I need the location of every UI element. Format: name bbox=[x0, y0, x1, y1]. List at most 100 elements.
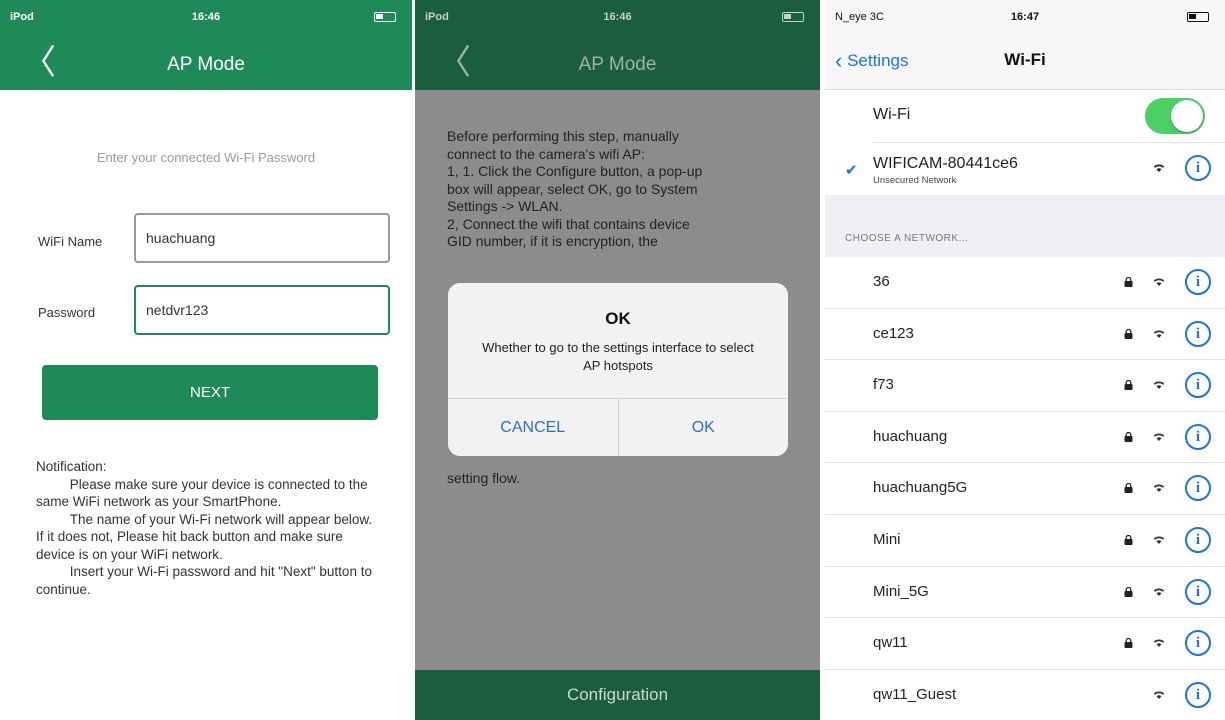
wifi-signal-icon bbox=[1153, 588, 1165, 596]
status-time: 16:46 bbox=[191, 11, 221, 23]
wifi-name-input[interactable]: huachuang bbox=[134, 213, 390, 263]
network-row[interactable]: ce123 i bbox=[825, 309, 1225, 361]
password-label: Password bbox=[38, 305, 96, 320]
wifi-signal-icon bbox=[1153, 639, 1165, 648]
ios-wifi-settings-screen: N_eye 3C 16:47 ‹ Settings Wi-Fi Wi-Fi ✔ … bbox=[825, 0, 1225, 720]
connected-network-row[interactable]: ✔ WIFICAM-80441ce6 Unsecured Network i bbox=[825, 143, 1225, 195]
info-icon[interactable]: i bbox=[1185, 372, 1211, 399]
lock-icon bbox=[1124, 534, 1133, 545]
network-name: qw11_Guest bbox=[873, 685, 957, 703]
battery-icon bbox=[1187, 12, 1209, 22]
connected-network-name: WIFICAM-80441ce6 bbox=[873, 155, 1018, 172]
instruction-line: GID number, if it is encryption, the bbox=[447, 233, 658, 249]
instruction-line: Before performing this step, manually bbox=[447, 128, 679, 144]
lock-icon bbox=[1124, 638, 1133, 649]
lock-icon bbox=[1124, 431, 1133, 442]
lock-icon bbox=[1124, 380, 1133, 391]
status-bar: iPod 16:46 bbox=[415, 0, 820, 36]
network-row[interactable]: huachuang i bbox=[825, 412, 1225, 464]
notification-paragraph: Insert your Wi-Fi password and hit "Next… bbox=[36, 564, 372, 597]
instruction-line: connect to the camera's wifi AP: bbox=[447, 145, 645, 162]
wifi-signal-icon bbox=[1153, 381, 1165, 390]
network-name: ce123 bbox=[873, 324, 914, 342]
network-name: huachuang5G bbox=[873, 479, 968, 497]
network-row[interactable]: Mini_5G i bbox=[825, 567, 1225, 619]
instruction-tail: setting flow. bbox=[447, 470, 521, 486]
network-name: f73 bbox=[873, 376, 894, 394]
status-time: 16:46 bbox=[603, 11, 632, 23]
wifi-name-label: WiFi Name bbox=[38, 234, 103, 249]
notification-heading: Notification: bbox=[36, 459, 107, 474]
info-icon[interactable]: i bbox=[1185, 320, 1211, 347]
page-title: Wi-Fi bbox=[1004, 50, 1046, 69]
wifi-toggle[interactable] bbox=[1145, 98, 1205, 134]
notification-text: Notification: Please make sure your devi… bbox=[36, 458, 376, 598]
wifi-label: Wi-Fi bbox=[873, 106, 911, 123]
info-icon[interactable]: i bbox=[1185, 475, 1211, 502]
page-title: AP Mode bbox=[578, 54, 657, 75]
toggle-knob bbox=[1171, 100, 1203, 132]
next-button[interactable]: NEXT bbox=[42, 365, 378, 420]
wifi-signal-icon bbox=[1153, 164, 1165, 172]
status-bar: N_eye 3C 16:47 bbox=[825, 0, 1225, 36]
status-bar: iPod 16:46 bbox=[0, 0, 412, 36]
instruction-line: box will appear, select OK, go to System bbox=[447, 180, 698, 197]
network-list: 36 i ce123 i f73 i huachuang i huachuang5G i Mini i… bbox=[825, 257, 1225, 720]
section-header: CHOOSE A NETWORK... bbox=[825, 195, 1225, 257]
password-input[interactable]: netdvr123 bbox=[134, 285, 390, 335]
instructions-text: Before performing this step, manually co… bbox=[447, 128, 797, 486]
info-icon[interactable]: i bbox=[1185, 526, 1211, 553]
page-title: AP Mode bbox=[167, 54, 245, 75]
nav-bar: ‹ Settings Wi-Fi bbox=[825, 36, 1225, 90]
battery-icon bbox=[782, 12, 804, 22]
network-row[interactable]: qw11 i bbox=[825, 618, 1225, 670]
connected-network-subtitle: Unsecured Network bbox=[873, 175, 957, 186]
network-row[interactable]: f73 i bbox=[825, 360, 1225, 412]
notification-paragraph: The name of your Wi-Fi network will appe… bbox=[36, 511, 373, 562]
info-icon[interactable]: i bbox=[1185, 423, 1211, 450]
network-row[interactable]: qw11_Guest i bbox=[825, 670, 1225, 720]
info-icon[interactable]: i bbox=[1185, 155, 1211, 181]
ap-mode-password-screen: iPod 16:46 〈 AP Mode Enter your connecte… bbox=[0, 0, 412, 720]
ok-button[interactable]: OK bbox=[617, 399, 789, 456]
dialog-message: Whether to go to the settings interface … bbox=[482, 340, 754, 373]
info-icon[interactable]: i bbox=[1185, 681, 1211, 708]
network-row[interactable]: huachuang5G i bbox=[825, 463, 1225, 515]
network-row[interactable]: 36 i bbox=[825, 257, 1225, 309]
wifi-toggle-row: Wi-Fi bbox=[825, 90, 1225, 142]
nav-bar: 〈 AP Mode bbox=[415, 36, 820, 90]
wifi-signal-icon bbox=[1153, 536, 1165, 544]
status-time: 16:47 bbox=[1010, 11, 1040, 23]
lock-icon bbox=[1124, 328, 1133, 339]
password-prompt: Enter your connected Wi-Fi Password bbox=[96, 150, 316, 165]
wifi-signal-icon bbox=[1153, 433, 1165, 441]
network-name: Mini_5G bbox=[873, 582, 929, 600]
configuration-button[interactable]: Configuration bbox=[415, 670, 820, 720]
dialog-actions: CANCEL OK bbox=[448, 398, 788, 456]
lock-icon bbox=[1124, 483, 1133, 494]
checkmark-icon: ✔ bbox=[845, 162, 858, 179]
lock-icon bbox=[1124, 277, 1133, 287]
notification-paragraph: Please make sure your device is connecte… bbox=[36, 476, 368, 510]
info-icon[interactable]: i bbox=[1185, 578, 1211, 605]
choose-network-label: CHOOSE A NETWORK... bbox=[845, 233, 969, 244]
ap-hotspot-dialog: OK Whether to go to the settings interfa… bbox=[448, 283, 788, 456]
battery-icon bbox=[374, 12, 396, 22]
instruction-line: 1, 1. Click the Configure button, a pop-… bbox=[447, 163, 703, 179]
info-icon[interactable]: i bbox=[1185, 630, 1211, 657]
lock-icon bbox=[1124, 586, 1133, 597]
network-name: qw11 bbox=[873, 634, 908, 652]
wifi-signal-icon bbox=[1153, 330, 1165, 338]
instruction-line: 2, Connect the wifi that contains device bbox=[447, 215, 690, 232]
wifi-signal-icon bbox=[1153, 691, 1165, 699]
instruction-line: Settings -> WLAN. bbox=[447, 198, 563, 214]
info-icon[interactable]: i bbox=[1185, 269, 1211, 295]
wifi-signal-icon bbox=[1153, 278, 1165, 286]
network-name: huachuang bbox=[873, 427, 948, 445]
network-row[interactable]: Mini i bbox=[825, 515, 1225, 567]
network-name: 36 bbox=[873, 273, 890, 290]
cancel-button[interactable]: CANCEL bbox=[448, 399, 618, 456]
nav-bar: 〈 AP Mode bbox=[0, 36, 412, 90]
dialog-title: OK bbox=[605, 309, 631, 328]
network-name: Mini bbox=[873, 530, 901, 548]
